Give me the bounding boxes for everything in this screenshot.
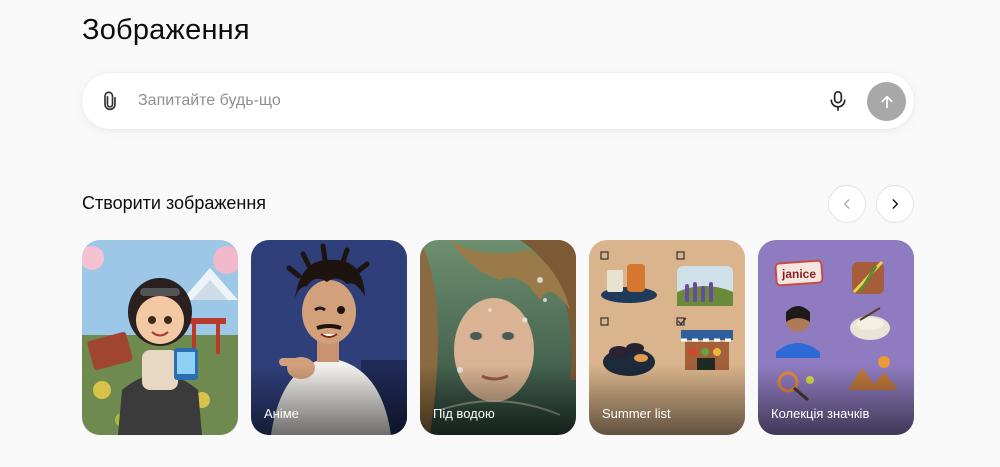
prompt-input[interactable] <box>138 88 798 114</box>
attach-button[interactable] <box>98 89 122 113</box>
paperclip-icon <box>104 91 116 111</box>
page-title: Зображення <box>82 14 250 46</box>
card-gradient <box>589 365 745 435</box>
card-gradient <box>420 365 576 435</box>
chevron-right-icon <box>892 199 899 209</box>
style-card-chibi[interactable] <box>82 240 238 435</box>
style-card-anime[interactable]: Аніме <box>251 240 407 435</box>
prompt-composer <box>82 73 914 129</box>
carousel-next-button[interactable] <box>876 185 914 223</box>
microphone-button[interactable] <box>826 89 850 113</box>
style-card-label: Аніме <box>264 406 299 421</box>
send-button[interactable] <box>867 82 906 121</box>
microphone-icon <box>830 91 846 111</box>
card-gradient <box>758 365 914 435</box>
style-card-label: Summer list <box>602 406 671 421</box>
style-card-underwater[interactable]: Під водою <box>420 240 576 435</box>
style-card-label: Під водою <box>433 406 495 421</box>
badge-name-tag: janice <box>781 267 816 281</box>
style-card-badge-collection[interactable]: janice Колекція значків <box>758 240 914 435</box>
style-card-label: Колекція значків <box>771 406 870 421</box>
style-card-summer-list[interactable]: Summer list <box>589 240 745 435</box>
section-title: Створити зображення <box>82 193 267 213</box>
card-gradient <box>251 365 407 435</box>
chevron-left-icon <box>843 199 850 209</box>
carousel-prev-button[interactable] <box>828 185 866 223</box>
arrow-up-icon <box>880 95 893 108</box>
chibi-adventurer-image <box>82 240 238 435</box>
